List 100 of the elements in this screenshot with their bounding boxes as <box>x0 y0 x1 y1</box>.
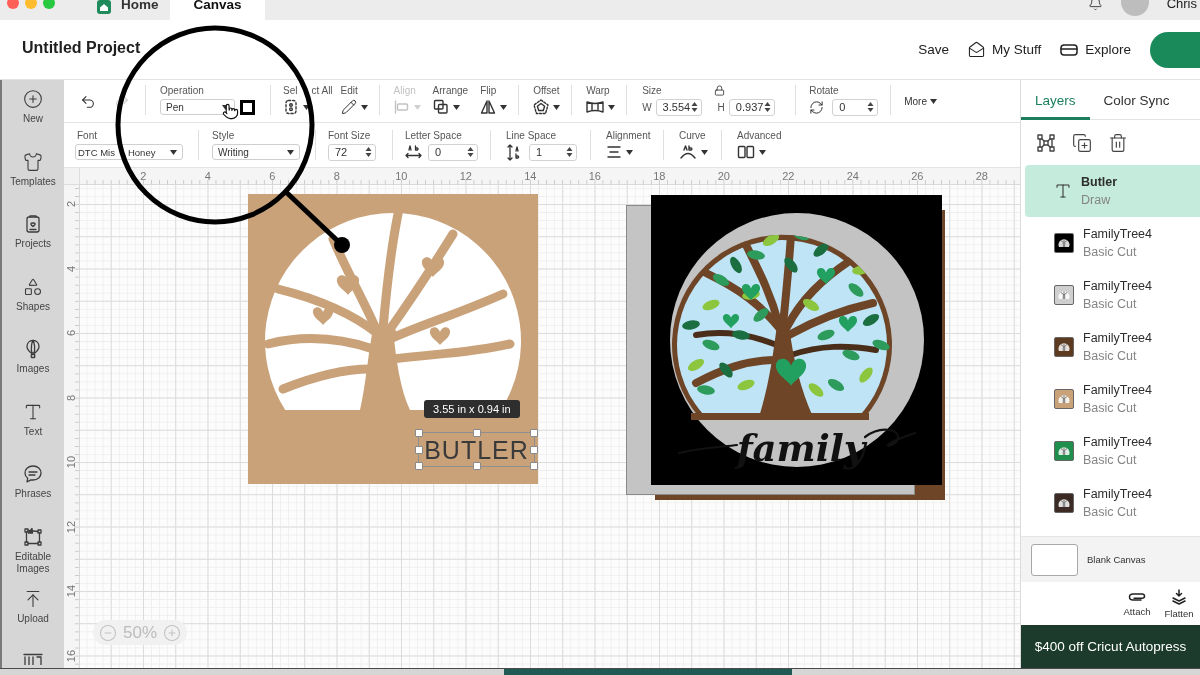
sidebar-item[interactable]: Text <box>2 392 64 455</box>
caret-icon <box>929 99 937 104</box>
flatten-button[interactable]: Flatten <box>1161 588 1197 619</box>
ruler-label: 16 <box>588 170 601 182</box>
rotate-field[interactable]: 0 <box>832 98 879 116</box>
sidebar-item[interactable]: Images <box>2 330 64 393</box>
stepper-icon[interactable] <box>763 101 771 113</box>
tool-label: Curve <box>679 130 707 141</box>
font-dropdown[interactable]: DTC Mis Honey <box>75 144 183 160</box>
panel-tab[interactable]: Layers <box>1021 80 1090 120</box>
selection-box[interactable]: BUTLER <box>418 432 535 467</box>
undo-icon[interactable] <box>80 94 96 110</box>
ruler-label: 2 <box>65 201 78 208</box>
layer-row[interactable]: FamilyTree4 Basic Cut <box>1025 425 1200 477</box>
window-tab[interactable]: Home <box>95 0 165 20</box>
select-all-icon[interactable] <box>283 99 299 115</box>
resize-handle[interactable] <box>472 462 481 470</box>
more-button[interactable]: More <box>904 96 937 107</box>
delete-icon[interactable] <box>1108 132 1128 153</box>
open-envelope-icon <box>967 41 985 58</box>
explore-button[interactable]: Explore <box>1060 42 1131 57</box>
stepper-icon[interactable] <box>690 101 698 113</box>
layer-row[interactable]: FamilyTree4 Basic Cut <box>1025 477 1200 529</box>
caret-icon <box>452 104 460 110</box>
caret-icon <box>608 104 616 110</box>
tool-label: Edit <box>340 85 359 96</box>
sidebar-item[interactable]: Upload <box>2 580 64 643</box>
ruler-label: 24 <box>846 170 859 182</box>
sidebar-item[interactable]: Templates <box>2 142 64 205</box>
sidebar-item[interactable]: Shapes <box>2 267 64 330</box>
dimension-label: W <box>642 101 652 113</box>
letter-space-field[interactable]: 0 <box>428 143 478 161</box>
blank-canvas-row[interactable]: Blank Canvas <box>1021 536 1200 582</box>
sidebar-item[interactable]: Phrases <box>2 455 64 518</box>
layer-row[interactable]: FamilyTree4 Basic Cut <box>1025 373 1200 425</box>
window-tab[interactable]: Canvas <box>170 0 265 20</box>
warp-icon[interactable] <box>586 99 605 115</box>
lock-icon[interactable] <box>713 85 725 96</box>
tool-label: Flip <box>480 85 498 96</box>
stepper-icon[interactable] <box>467 146 474 158</box>
caret-icon <box>701 149 708 155</box>
group-nodes-icon[interactable] <box>1036 132 1056 153</box>
monogram-icon <box>23 652 43 665</box>
layer-operation: Basic Cut <box>1083 452 1138 468</box>
pencil-icon[interactable] <box>340 99 357 115</box>
rotate-icon[interactable] <box>809 99 825 115</box>
resize-handle[interactable] <box>472 429 481 437</box>
offset-icon[interactable] <box>533 99 550 115</box>
tool-label: ct All <box>311 85 333 96</box>
arrange-icon[interactable] <box>432 99 449 115</box>
tool-label: Rotate <box>809 85 840 96</box>
attach-button[interactable]: Attach <box>1119 590 1155 617</box>
width-field[interactable]: 3.554 <box>655 98 702 116</box>
pen-color-icon[interactable] <box>240 99 255 115</box>
caret-icon <box>170 149 177 155</box>
window-close-icon[interactable] <box>7 0 19 9</box>
ruler-label: 8 <box>65 394 78 401</box>
sidebar-item[interactable]: Editable Images <box>2 517 64 580</box>
stepper-icon[interactable] <box>867 101 875 113</box>
project-title: Untitled Project <box>22 37 141 58</box>
style-dropdown[interactable]: Writing <box>212 144 300 160</box>
tool-label: Arrange <box>432 85 469 96</box>
ruler-label: 12 <box>65 520 78 533</box>
ruler-label: 28 <box>975 170 988 182</box>
sidebar-item[interactable]: Projects <box>2 205 64 268</box>
balloon-icon <box>23 339 43 359</box>
ruler-label: 16 <box>65 649 78 662</box>
stepper-icon[interactable] <box>566 146 573 158</box>
align-lines-icon[interactable] <box>606 144 622 160</box>
tool-label: Advanced <box>737 130 782 141</box>
operation-dropdown[interactable]: Pen <box>160 99 235 115</box>
my-stuff-button[interactable]: My Stuff <box>967 41 1042 58</box>
duplicate-icon[interactable] <box>1072 132 1092 153</box>
panel-tab[interactable]: Color Sync <box>1089 80 1184 120</box>
sidebar-item[interactable]: New <box>2 80 64 143</box>
layer-operation: Basic Cut <box>1083 348 1138 364</box>
curve-icon[interactable] <box>679 144 697 160</box>
paperclip-icon <box>1128 590 1146 603</box>
font-size-field[interactable]: 72 <box>328 143 376 161</box>
hand-cursor-icon <box>222 103 239 120</box>
notification-bell-icon[interactable] <box>1087 0 1103 11</box>
flip-icon[interactable] <box>480 99 497 115</box>
ruler-label: 20 <box>717 170 730 182</box>
layer-row[interactable]: FamilyTree4 Basic Cut <box>1025 217 1200 269</box>
stepper-icon[interactable] <box>365 146 372 158</box>
height-field[interactable]: 0.937 <box>728 98 775 116</box>
layer-row[interactable]: FamilyTree4 Basic Cut <box>1025 321 1200 373</box>
layer-row[interactable]: Butler Draw <box>1025 165 1200 217</box>
tool-label: Font <box>77 130 97 141</box>
line-space-field[interactable]: 1 <box>529 143 577 161</box>
caret-icon <box>759 149 766 155</box>
columns-icon[interactable] <box>737 144 755 160</box>
tool-label: Sel <box>283 85 298 96</box>
shirt-icon <box>23 151 43 172</box>
clipboard-icon <box>23 214 43 234</box>
letter-spacing-icon <box>405 144 422 160</box>
layer-row[interactable]: FamilyTree4 Basic Cut <box>1025 269 1200 321</box>
caret-icon <box>413 104 421 110</box>
blank-canvas-label: Blank Canvas <box>1087 554 1146 565</box>
save-button[interactable]: Save <box>918 42 949 57</box>
